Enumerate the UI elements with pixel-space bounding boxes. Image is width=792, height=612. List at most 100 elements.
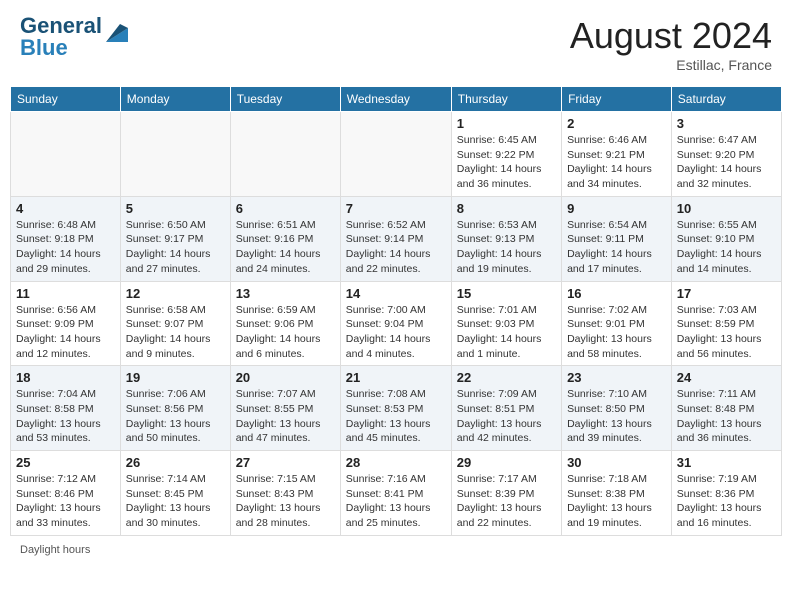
calendar-cell: 9 Sunrise: 6:54 AMSunset: 9:11 PMDaylight…: [562, 196, 672, 281]
calendar-cell: 1Sunrise: 6:45 AMSunset: 9:22 PMDaylight…: [451, 112, 561, 197]
weekday-header-saturday: Saturday: [671, 87, 781, 112]
calendar-cell: 29Sunrise: 7:17 AMSunset: 8:39 PMDayligh…: [451, 451, 561, 536]
day-info: Sunrise: 7:08 AMSunset: 8:53 PMDaylight:…: [346, 387, 446, 446]
day-number: 2: [567, 116, 666, 131]
calendar-cell: 31Sunrise: 7:19 AMSunset: 8:36 PMDayligh…: [671, 451, 781, 536]
calendar-cell: [340, 112, 451, 197]
calendar-cell: 21 Sunrise: 7:08 AMSunset: 8:53 PMDayligh…: [340, 366, 451, 451]
day-number: 8: [457, 201, 556, 216]
calendar-cell: 25 Sunrise: 7:12 AMSunset: 8:46 PMDayligh…: [11, 451, 121, 536]
weekday-header-wednesday: Wednesday: [340, 87, 451, 112]
calendar-cell: 27Sunrise: 7:15 AMSunset: 8:43 PMDayligh…: [230, 451, 340, 536]
page-header: General Blue August 2024 Estillac, Franc…: [10, 10, 782, 78]
day-number: 25: [16, 455, 115, 470]
calendar-cell: 30 Sunrise: 7:18 AMSunset: 8:38 PMDayligh…: [562, 451, 672, 536]
day-info: Sunrise: 7:19 AMSunset: 8:36 PMDaylight:…: [677, 472, 776, 531]
calendar-cell: 7Sunrise: 6:52 AMSunset: 9:14 PMDaylight…: [340, 196, 451, 281]
day-number: 9: [567, 201, 666, 216]
calendar-cell: 16 Sunrise: 7:02 AMSunset: 9:01 PMDayligh…: [562, 281, 672, 366]
day-number: 11: [16, 286, 115, 301]
calendar-cell: 18 Sunrise: 7:04 AMSunset: 8:58 PMDayligh…: [11, 366, 121, 451]
day-info: Sunrise: 7:11 AMSunset: 8:48 PMDaylight:…: [677, 387, 776, 446]
day-info: Sunrise: 6:48 AMSunset: 9:18 PMDaylight:…: [16, 218, 115, 277]
day-info: Sunrise: 6:46 AMSunset: 9:21 PMDaylight:…: [567, 133, 666, 192]
day-number: 22: [457, 370, 556, 385]
day-info: Sunrise: 6:53 AMSunset: 9:13 PMDaylight:…: [457, 218, 556, 277]
day-number: 30: [567, 455, 666, 470]
calendar-cell: 24 Sunrise: 7:11 AMSunset: 8:48 PMDayligh…: [671, 366, 781, 451]
calendar-cell: 17 Sunrise: 7:03 AMSunset: 8:59 PMDayligh…: [671, 281, 781, 366]
title-block: August 2024 Estillac, France: [570, 15, 772, 73]
day-number: 14: [346, 286, 446, 301]
calendar-cell: 3Sunrise: 6:47 AMSunset: 9:20 PMDaylight…: [671, 112, 781, 197]
weekday-header-sunday: Sunday: [11, 87, 121, 112]
day-number: 20: [236, 370, 335, 385]
footer: Daylight hours: [10, 544, 782, 556]
weekday-header-monday: Monday: [120, 87, 230, 112]
logo[interactable]: General Blue: [20, 15, 128, 59]
day-info: Sunrise: 6:54 AMSunset: 9:11 PMDaylight:…: [567, 218, 666, 277]
calendar-cell: 5Sunrise: 6:50 AMSunset: 9:17 PMDaylight…: [120, 196, 230, 281]
day-info: Sunrise: 7:09 AMSunset: 8:51 PMDaylight:…: [457, 387, 556, 446]
day-info: Sunrise: 7:06 AMSunset: 8:56 PMDaylight:…: [126, 387, 225, 446]
day-info: Sunrise: 7:02 AMSunset: 9:01 PMDaylight:…: [567, 303, 666, 362]
day-number: 15: [457, 286, 556, 301]
day-info: Sunrise: 7:12 AMSunset: 8:46 PMDaylight:…: [16, 472, 115, 531]
calendar-cell: 28 Sunrise: 7:16 AMSunset: 8:41 PMDayligh…: [340, 451, 451, 536]
calendar-cell: [120, 112, 230, 197]
day-number: 4: [16, 201, 115, 216]
day-info: Sunrise: 6:55 AMSunset: 9:10 PMDaylight:…: [677, 218, 776, 277]
day-info: Sunrise: 7:18 AMSunset: 8:38 PMDaylight:…: [567, 472, 666, 531]
calendar-cell: [11, 112, 121, 197]
daylight-label: Daylight hours: [20, 544, 90, 556]
weekday-header-friday: Friday: [562, 87, 672, 112]
day-number: 18: [16, 370, 115, 385]
day-info: Sunrise: 7:10 AMSunset: 8:50 PMDaylight:…: [567, 387, 666, 446]
calendar-cell: 13 Sunrise: 6:59 AMSunset: 9:06 PMDayligh…: [230, 281, 340, 366]
calendar-cell: 2 Sunrise: 6:46 AMSunset: 9:21 PMDaylight…: [562, 112, 672, 197]
day-number: 24: [677, 370, 776, 385]
month-title: August 2024: [570, 15, 772, 57]
day-number: 29: [457, 455, 556, 470]
calendar-cell: 8 Sunrise: 6:53 AMSunset: 9:13 PMDaylight…: [451, 196, 561, 281]
calendar-cell: [230, 112, 340, 197]
day-number: 21: [346, 370, 446, 385]
logo-icon: [106, 20, 128, 42]
calendar-cell: 10 Sunrise: 6:55 AMSunset: 9:10 PMDayligh…: [671, 196, 781, 281]
day-number: 13: [236, 286, 335, 301]
calendar-cell: 6 Sunrise: 6:51 AMSunset: 9:16 PMDaylight…: [230, 196, 340, 281]
weekday-header-thursday: Thursday: [451, 87, 561, 112]
day-number: 26: [126, 455, 225, 470]
day-info: Sunrise: 7:00 AMSunset: 9:04 PMDaylight:…: [346, 303, 446, 362]
day-number: 27: [236, 455, 335, 470]
day-number: 17: [677, 286, 776, 301]
day-info: Sunrise: 7:01 AMSunset: 9:03 PMDaylight:…: [457, 303, 556, 362]
logo-blue: Blue: [20, 35, 68, 60]
calendar-cell: 11 Sunrise: 6:56 AMSunset: 9:09 PMDayligh…: [11, 281, 121, 366]
day-number: 5: [126, 201, 225, 216]
calendar-cell: 22 Sunrise: 7:09 AMSunset: 8:51 PMDayligh…: [451, 366, 561, 451]
day-info: Sunrise: 6:59 AMSunset: 9:06 PMDaylight:…: [236, 303, 335, 362]
day-number: 16: [567, 286, 666, 301]
day-number: 6: [236, 201, 335, 216]
day-info: Sunrise: 7:16 AMSunset: 8:41 PMDaylight:…: [346, 472, 446, 531]
calendar-week-row: 4 Sunrise: 6:48 AMSunset: 9:18 PMDaylight…: [11, 196, 782, 281]
calendar-week-row: 11 Sunrise: 6:56 AMSunset: 9:09 PMDayligh…: [11, 281, 782, 366]
calendar-cell: 23 Sunrise: 7:10 AMSunset: 8:50 PMDayligh…: [562, 366, 672, 451]
calendar-cell: 26 Sunrise: 7:14 AMSunset: 8:45 PMDayligh…: [120, 451, 230, 536]
day-info: Sunrise: 6:51 AMSunset: 9:16 PMDaylight:…: [236, 218, 335, 277]
day-info: Sunrise: 7:07 AMSunset: 8:55 PMDaylight:…: [236, 387, 335, 446]
day-info: Sunrise: 7:14 AMSunset: 8:45 PMDaylight:…: [126, 472, 225, 531]
day-info: Sunrise: 6:52 AMSunset: 9:14 PMDaylight:…: [346, 218, 446, 277]
day-info: Sunrise: 7:04 AMSunset: 8:58 PMDaylight:…: [16, 387, 115, 446]
day-info: Sunrise: 6:56 AMSunset: 9:09 PMDaylight:…: [16, 303, 115, 362]
calendar-cell: 15 Sunrise: 7:01 AMSunset: 9:03 PMDayligh…: [451, 281, 561, 366]
day-info: Sunrise: 7:03 AMSunset: 8:59 PMDaylight:…: [677, 303, 776, 362]
calendar-week-row: 25 Sunrise: 7:12 AMSunset: 8:46 PMDayligh…: [11, 451, 782, 536]
weekday-header-tuesday: Tuesday: [230, 87, 340, 112]
day-number: 10: [677, 201, 776, 216]
day-number: 28: [346, 455, 446, 470]
day-number: 23: [567, 370, 666, 385]
weekday-header-row: SundayMondayTuesdayWednesdayThursdayFrid…: [11, 87, 782, 112]
day-number: 3: [677, 116, 776, 131]
